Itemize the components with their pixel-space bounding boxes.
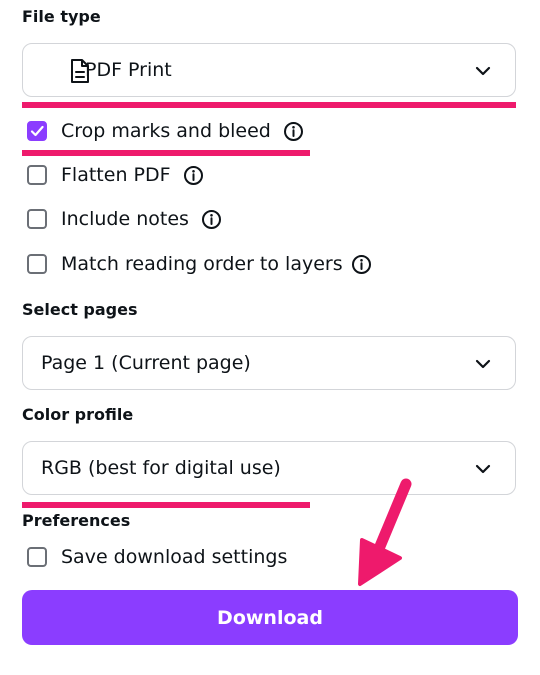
annotation-arrow-icon (358, 478, 412, 586)
crop-marks-checkbox[interactable] (27, 121, 47, 141)
file-type-select[interactable]: PDF Print (22, 43, 516, 97)
highlight-underline (22, 150, 310, 156)
color-profile-value: RGB (best for digital use) (41, 457, 281, 479)
file-type-value: PDF Print (85, 59, 172, 81)
chevron-down-icon (475, 464, 491, 474)
option-save-settings[interactable]: Save download settings (27, 544, 287, 570)
select-pages-select[interactable]: Page 1 (Current page) (22, 336, 516, 390)
include-notes-checkbox[interactable] (27, 209, 47, 229)
info-icon[interactable] (283, 121, 304, 142)
option-reading-order[interactable]: Match reading order to layers (27, 251, 372, 277)
highlight-underline (22, 502, 310, 508)
option-label: Crop marks and bleed (61, 120, 271, 142)
option-include-notes[interactable]: Include notes (27, 206, 222, 232)
option-label: Save download settings (61, 546, 288, 568)
option-flatten-pdf[interactable]: Flatten PDF (27, 162, 204, 188)
download-button[interactable]: Download (22, 590, 518, 645)
option-label: Flatten PDF (61, 164, 171, 186)
option-crop-marks[interactable]: Crop marks and bleed (27, 118, 304, 144)
select-pages-value: Page 1 (Current page) (41, 352, 251, 374)
save-settings-checkbox[interactable] (27, 547, 47, 567)
select-pages-label: Select pages (22, 300, 138, 319)
flatten-pdf-checkbox[interactable] (27, 165, 47, 185)
option-label: Match reading order to layers (61, 253, 343, 275)
color-profile-select[interactable]: RGB (best for digital use) (22, 441, 516, 495)
preferences-label: Preferences (22, 511, 131, 530)
chevron-down-icon (475, 66, 491, 76)
reading-order-checkbox[interactable] (27, 254, 47, 274)
option-label: Include notes (61, 208, 189, 230)
file-type-label: File type (22, 7, 101, 26)
highlight-underline (22, 102, 516, 108)
check-icon (30, 125, 44, 137)
info-icon[interactable] (201, 209, 222, 230)
color-profile-label: Color profile (22, 405, 134, 424)
chevron-down-icon (475, 359, 491, 369)
info-icon[interactable] (351, 254, 372, 275)
info-icon[interactable] (183, 165, 204, 186)
